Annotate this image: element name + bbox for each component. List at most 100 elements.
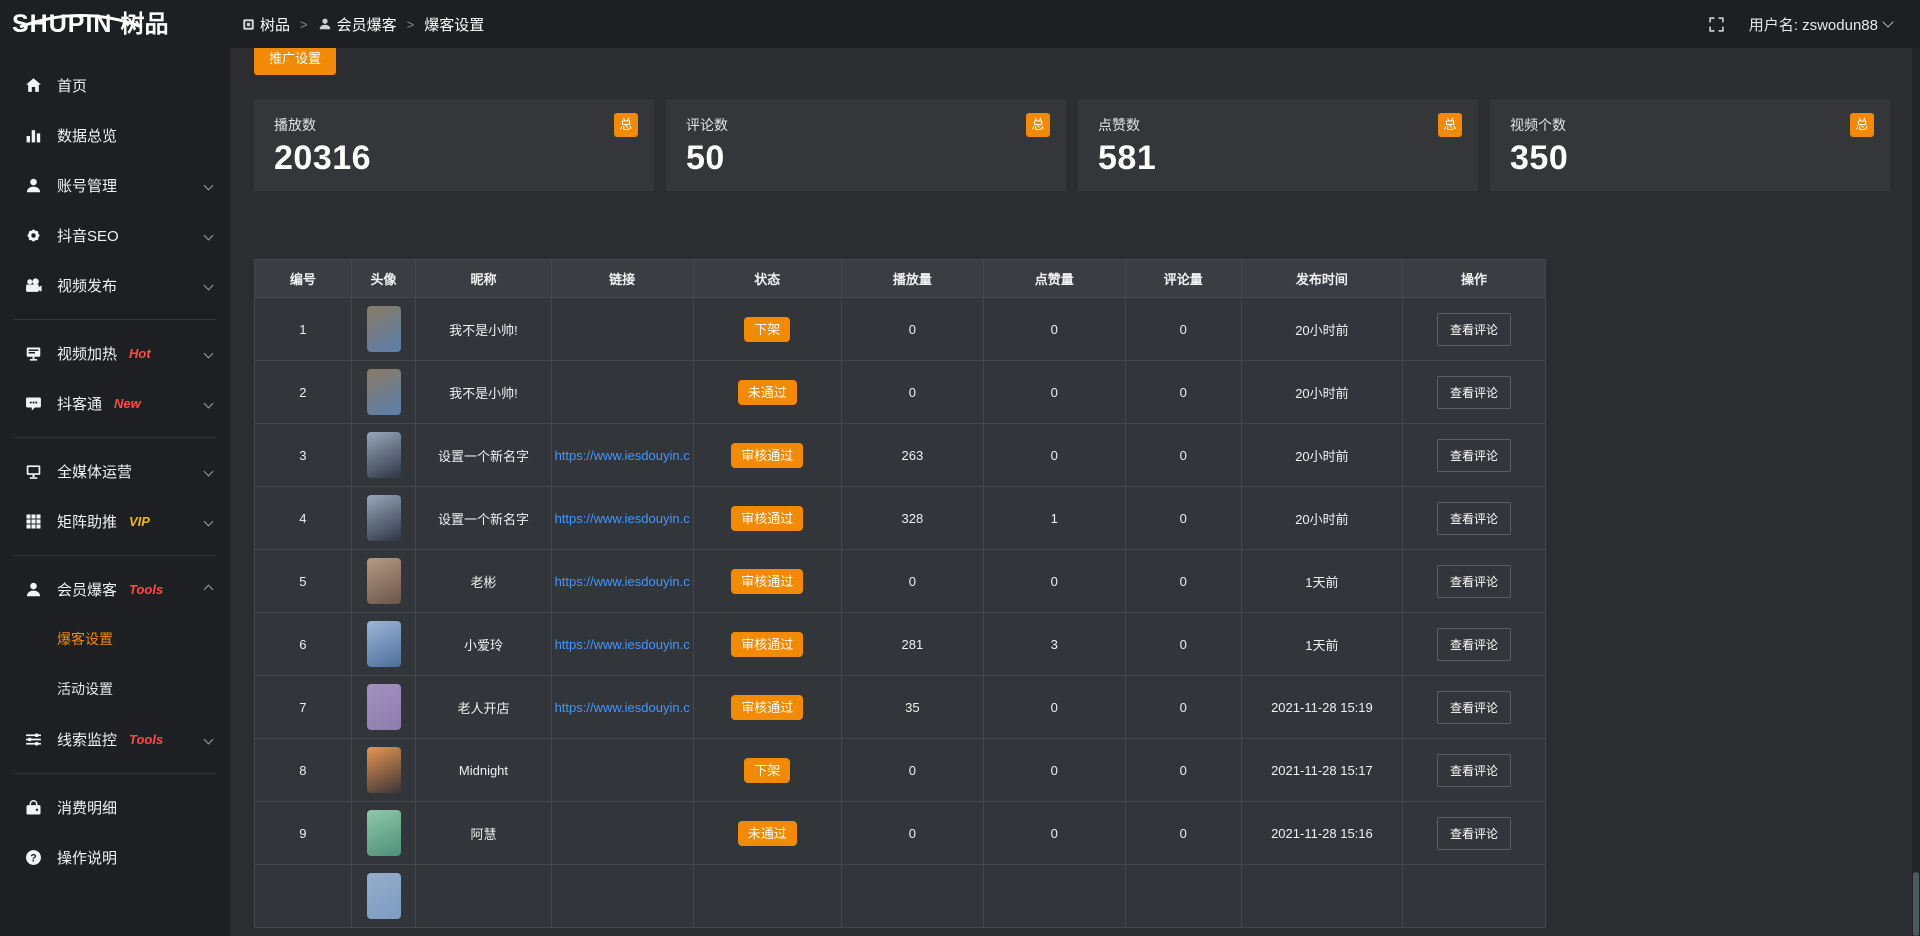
link-cell: [552, 298, 694, 361]
video-camera-icon: [24, 276, 42, 294]
breadcrumb-separator: >: [407, 17, 415, 32]
sidebar-item-视频加热[interactable]: 视频加热Hot: [0, 328, 230, 378]
sidebar-item-抖音SEO[interactable]: 抖音SEO: [0, 210, 230, 260]
view-comments-button[interactable]: 查看评论: [1437, 502, 1511, 535]
video-link[interactable]: https://www.iesdouyin.c: [552, 448, 694, 463]
video-link[interactable]: https://www.iesdouyin.c: [552, 637, 694, 652]
video-link[interactable]: https://www.iesdouyin.c: [552, 511, 694, 526]
link-cell: https://www.iesdouyin.c: [552, 676, 694, 739]
sidebar-item-label: 抖客通: [57, 393, 102, 414]
id-cell: 6: [255, 613, 352, 676]
username-dropdown[interactable]: 用户名: zswodun88: [1749, 14, 1892, 35]
scrollbar-thumb[interactable]: [1913, 872, 1919, 936]
view-comments-button[interactable]: 查看评论: [1437, 817, 1511, 850]
breadcrumb-item[interactable]: 树品: [242, 14, 290, 35]
breadcrumb-label: 会员爆客: [337, 14, 397, 35]
status-badge: 未通过: [738, 821, 797, 846]
sidebar-item-线索监控[interactable]: 线索监控Tools: [0, 714, 230, 764]
view-comments-button[interactable]: 查看评论: [1437, 628, 1511, 661]
chevron-down-icon: [204, 230, 214, 240]
sidebar-item-全媒体运营[interactable]: 全媒体运营: [0, 446, 230, 496]
avatar-cell: [352, 802, 417, 865]
stat-label: 评论数: [686, 115, 1046, 135]
member-icon: [24, 580, 42, 598]
status-badge: 下架: [744, 758, 790, 783]
stat-label: 视频个数: [1510, 115, 1870, 135]
total-badge: 总: [1438, 113, 1462, 137]
sidebar-item-首页[interactable]: 首页: [0, 60, 230, 110]
status-cell: 审核通过: [694, 424, 842, 487]
vertical-scrollbar[interactable]: [1912, 48, 1920, 936]
table-body: 1我不是小帅!下架00020小时前查看评论2我不是小帅!未通过00020小时前查…: [255, 298, 1545, 928]
video-link[interactable]: https://www.iesdouyin.c: [552, 574, 694, 589]
plays-cell: 0: [842, 802, 984, 865]
table-row: 8Midnight下架0002021-11-28 15:17查看评论: [255, 739, 1545, 802]
video-link[interactable]: https://www.iesdouyin.c: [552, 700, 694, 715]
sidebar-item-会员爆客[interactable]: 会员爆客Tools: [0, 564, 230, 614]
nickname-cell: 阿慧: [416, 802, 551, 865]
likes-cell: 3: [984, 613, 1126, 676]
view-comments-button[interactable]: 查看评论: [1437, 313, 1511, 346]
avatar-cell: [352, 676, 417, 739]
table-row: 3设置一个新名字https://www.iesdouyin.c审核通过26300…: [255, 424, 1545, 487]
view-comments-button[interactable]: 查看评论: [1437, 376, 1511, 409]
fullscreen-icon[interactable]: [1708, 16, 1725, 33]
breadcrumb-item[interactable]: 会员爆客: [318, 14, 397, 35]
action-cell: 查看评论: [1403, 613, 1545, 676]
sidebar-item-label: 抖音SEO: [57, 225, 119, 246]
sidebar-item-账号管理[interactable]: 账号管理: [0, 160, 230, 210]
status-cell: 未通过: [694, 361, 842, 424]
status-badge: 未通过: [738, 380, 797, 405]
status-cell: 审核通过: [694, 487, 842, 550]
avatar: [367, 432, 401, 478]
breadcrumb-item[interactable]: 爆客设置: [424, 14, 484, 35]
status-badge: 审核通过: [731, 443, 803, 468]
time-cell: 2021-11-28 15:16: [1242, 802, 1403, 865]
sidebar-item-label: 全媒体运营: [57, 461, 132, 482]
status-cell: 审核通过: [694, 676, 842, 739]
sidebar-item-消费明细[interactable]: 消费明细: [0, 782, 230, 832]
sidebar-item-label: 视频发布: [57, 275, 117, 296]
view-comments-button[interactable]: 查看评论: [1437, 691, 1511, 724]
table-header-cell: 状态: [694, 260, 842, 298]
nickname-cell: 我不是小帅!: [416, 361, 551, 424]
stat-value: 20316: [274, 139, 634, 178]
id-cell: 5: [255, 550, 352, 613]
stat-value: 350: [1510, 139, 1870, 178]
view-comments-button[interactable]: 查看评论: [1437, 439, 1511, 472]
sidebar-item-视频发布[interactable]: 视频发布: [0, 260, 230, 310]
total-badge: 总: [614, 113, 638, 137]
nickname-cell: [416, 865, 551, 928]
plays-cell: [842, 865, 984, 928]
likes-cell: [984, 865, 1126, 928]
likes-cell: 0: [984, 550, 1126, 613]
sidebar-badge: Tools: [129, 582, 163, 597]
status-badge: 审核通过: [731, 506, 803, 531]
action-cell: [1403, 865, 1545, 928]
view-comments-button[interactable]: 查看评论: [1437, 754, 1511, 787]
sidebar-item-操作说明[interactable]: ?操作说明: [0, 832, 230, 882]
id-cell: 1: [255, 298, 352, 361]
view-comments-button[interactable]: 查看评论: [1437, 565, 1511, 598]
breadcrumb-label: 爆客设置: [424, 14, 484, 35]
plays-cell: 0: [842, 361, 984, 424]
sidebar-item-数据总览[interactable]: 数据总览: [0, 110, 230, 160]
comments-cell: 0: [1126, 298, 1242, 361]
wallet-icon: [24, 798, 42, 816]
sidebar-item-抖客通[interactable]: 抖客通New: [0, 378, 230, 428]
likes-cell: 0: [984, 802, 1126, 865]
plays-cell: 263: [842, 424, 984, 487]
sidebar-subitem-活动设置[interactable]: 活动设置: [0, 664, 230, 714]
stat-label: 点赞数: [1098, 115, 1458, 135]
chevron-up-icon: [204, 584, 214, 594]
status-cell: 下架: [694, 739, 842, 802]
avatar: [367, 684, 401, 730]
sidebar-item-矩阵助推[interactable]: 矩阵助推VIP: [0, 496, 230, 546]
status-cell: 审核通过: [694, 613, 842, 676]
sidebar-subitem-爆客设置[interactable]: 爆客设置: [0, 614, 230, 664]
avatar: [367, 810, 401, 856]
videos-table: 编号头像昵称链接状态播放量点赞量评论量发布时间操作 1我不是小帅!下架00020…: [254, 259, 1546, 928]
action-cell: 查看评论: [1403, 487, 1545, 550]
link-cell: https://www.iesdouyin.c: [552, 613, 694, 676]
main-content: 推广设置 播放数 20316 总 评论数 50 总 点赞数 581 总 视频个数…: [230, 0, 1920, 936]
